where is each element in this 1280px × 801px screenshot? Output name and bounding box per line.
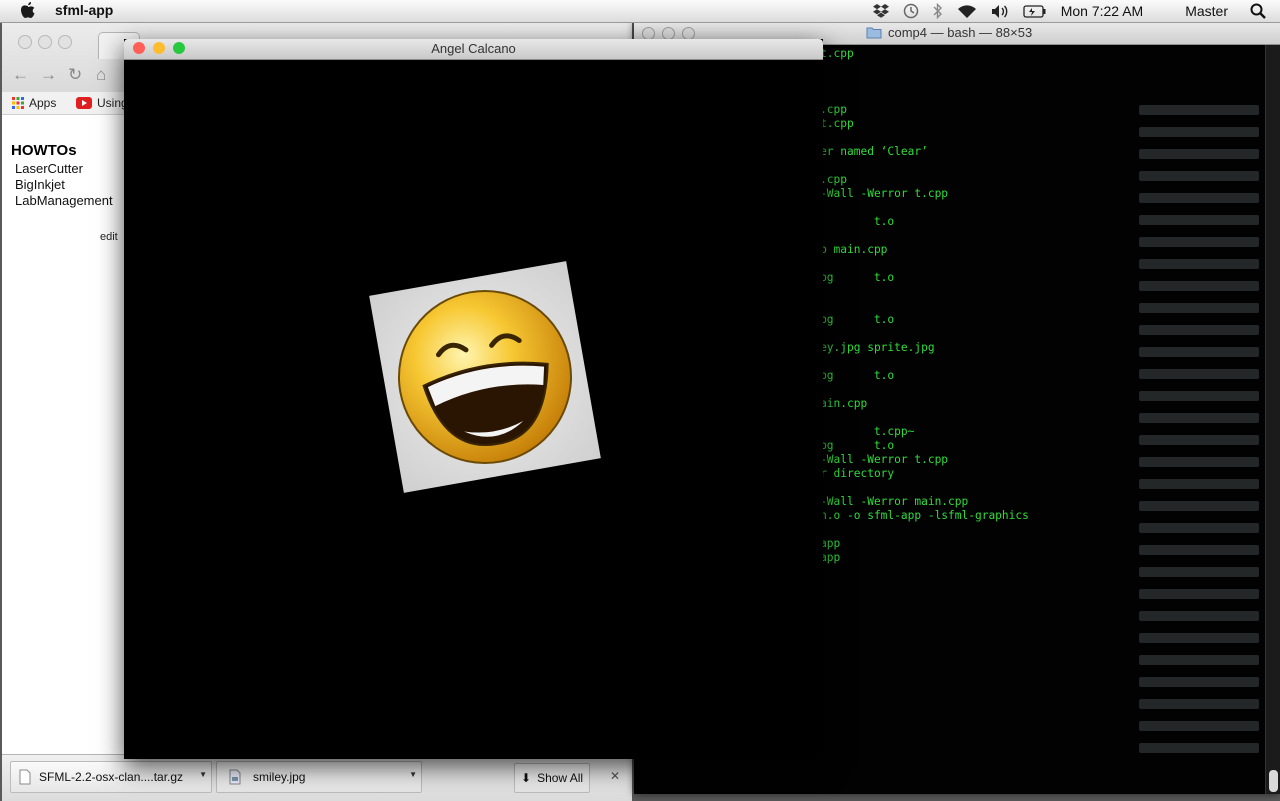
- bluetooth-icon[interactable]: [933, 3, 943, 19]
- home-icon[interactable]: ⌂: [96, 66, 106, 84]
- scrollbar-thumb[interactable]: [1269, 770, 1278, 792]
- show-all-label: Show All: [537, 771, 584, 785]
- background-reflection: [1139, 105, 1259, 794]
- volume-icon[interactable]: [991, 4, 1009, 19]
- download-filename: SFML-2.2-osx-clan....tar.gz: [39, 770, 184, 784]
- chevron-down-icon[interactable]: ▼: [199, 770, 207, 779]
- bookmark-apps[interactable]: Apps: [12, 96, 56, 110]
- wifi-icon[interactable]: [957, 4, 977, 19]
- dropbox-icon[interactable]: [872, 4, 889, 18]
- link-biginkjet[interactable]: BigInkjet: [15, 177, 65, 192]
- link-lasercutter[interactable]: LaserCutter: [15, 161, 83, 176]
- sfml-titlebar: Angel Calcano: [124, 39, 823, 60]
- link-labmanagement[interactable]: LabManagement: [15, 193, 113, 208]
- edit-link[interactable]: edit: [100, 231, 118, 243]
- sfml-window: Angel Calcano: [124, 39, 823, 759]
- battery-icon[interactable]: [1023, 4, 1047, 18]
- sfml-window-title: Angel Calcano: [431, 41, 516, 56]
- download-arrow-icon: ⬇: [521, 771, 532, 785]
- file-icon: [19, 769, 31, 785]
- downloads-bar: SFML-2.2-osx-clan....tar.gz ▼ smiley.jpg…: [2, 754, 632, 801]
- howtos-heading: HOWTOs: [11, 142, 77, 159]
- menu-bar: sfml-app Mon 7:22 AM Master: [0, 0, 1280, 23]
- browser-zoom-button[interactable]: [58, 35, 72, 49]
- youtube-icon: [76, 97, 92, 109]
- download-item-sfml[interactable]: SFML-2.2-osx-clan....tar.gz ▼: [10, 761, 212, 793]
- bookmark-label: Apps: [29, 96, 57, 110]
- back-arrow-icon[interactable]: ←: [12, 66, 29, 84]
- chevron-down-icon[interactable]: ▼: [409, 770, 417, 779]
- image-file-icon: [229, 769, 241, 785]
- menu-clock[interactable]: Mon 7:22 AM: [1061, 3, 1144, 19]
- laughing-smiley-icon: [398, 290, 572, 464]
- active-app-name[interactable]: sfml-app: [55, 2, 113, 18]
- forward-arrow-icon[interactable]: →: [40, 66, 57, 84]
- browser-minimize-button[interactable]: [38, 35, 52, 49]
- user-menu[interactable]: Master: [1185, 3, 1228, 19]
- smiley-sprite: [369, 261, 601, 493]
- time-machine-icon[interactable]: [903, 3, 919, 19]
- terminal-title: comp4 — bash — 88×53: [866, 25, 1032, 40]
- download-filename: smiley.jpg: [253, 770, 306, 784]
- reload-icon[interactable]: ↻: [68, 66, 82, 84]
- folder-icon: [866, 27, 882, 39]
- terminal-title-text: comp4 — bash — 88×53: [888, 25, 1033, 40]
- terminal-scrollbar[interactable]: [1265, 45, 1280, 794]
- spotlight-icon[interactable]: [1250, 3, 1266, 19]
- bookmark-using[interactable]: Using: [76, 96, 128, 110]
- browser-close-button[interactable]: [18, 35, 32, 49]
- download-item-smiley[interactable]: smiley.jpg ▼: [216, 761, 422, 793]
- apple-logo-icon[interactable]: [20, 1, 36, 19]
- apps-grid-icon: [12, 97, 24, 109]
- show-all-downloads-button[interactable]: ⬇ Show All: [514, 763, 591, 793]
- close-icon[interactable]: ✕: [610, 769, 620, 783]
